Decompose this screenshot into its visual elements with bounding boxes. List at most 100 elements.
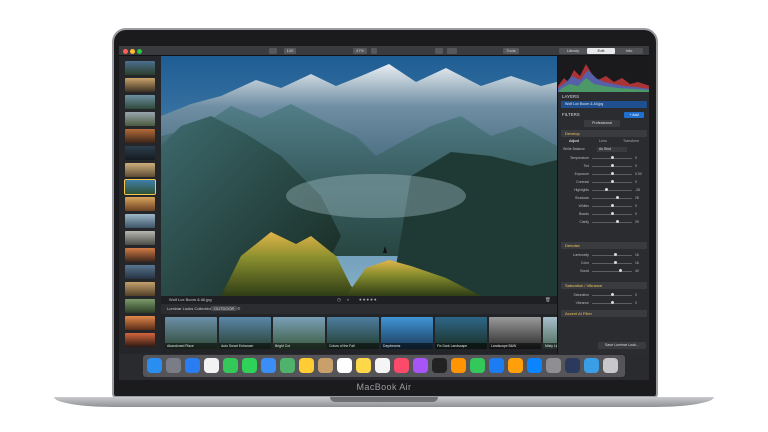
slider-value[interactable]: 0 (635, 292, 637, 298)
tab-edit[interactable]: Edit (587, 48, 615, 54)
podcasts-icon[interactable] (413, 358, 428, 373)
launchpad-icon[interactable] (166, 358, 181, 373)
books-icon[interactable] (451, 358, 466, 373)
slider-value[interactable]: -28 (635, 187, 640, 193)
slider-value[interactable]: 0 (635, 163, 637, 169)
compare-icon[interactable] (447, 48, 457, 54)
tab-info[interactable]: Info (615, 48, 643, 54)
numbers-icon[interactable] (470, 358, 485, 373)
photos-icon[interactable] (204, 358, 219, 373)
filmstrip-thumb[interactable] (125, 163, 155, 177)
compare-icon[interactable]: ◐ (347, 297, 350, 302)
slider-knob[interactable] (616, 220, 620, 224)
tab-transform[interactable]: Transform (623, 139, 639, 143)
slider-value[interactable]: 40 (635, 268, 639, 274)
look-preset[interactable]: Landscape B&W (489, 317, 541, 349)
filmstrip-thumb[interactable] (125, 333, 155, 347)
looks-collection-dropdown[interactable]: OUTDOOR (211, 306, 238, 311)
downloads-icon[interactable] (584, 358, 599, 373)
filmstrip-thumb[interactable] (125, 316, 155, 330)
messages-icon[interactable] (223, 358, 238, 373)
filmstrip-thumb[interactable] (125, 299, 155, 313)
close-icon[interactable] (123, 49, 128, 54)
add-filters-button[interactable]: + Add (624, 112, 644, 118)
look-preset[interactable]: Fix Dark Landscape (435, 317, 487, 349)
filmstrip-thumb[interactable] (125, 248, 155, 262)
slider-knob[interactable] (610, 172, 614, 176)
gear-icon[interactable]: ⚙ (237, 306, 241, 311)
facetime-icon[interactable] (242, 358, 257, 373)
slider-track[interactable] (592, 221, 632, 223)
photos-app-icon[interactable] (299, 358, 314, 373)
tab-library[interactable]: Library (559, 48, 587, 54)
slider-value[interactable]: 16 (635, 260, 639, 266)
eye-icon[interactable] (435, 48, 443, 54)
trash-icon[interactable]: 🗑 (545, 297, 551, 303)
slider-knob[interactable] (618, 269, 622, 273)
filmstrip-thumb[interactable] (125, 197, 155, 211)
calendar-icon[interactable] (337, 358, 352, 373)
slider-knob[interactable] (610, 164, 614, 168)
filmstrip-thumb[interactable] (125, 61, 155, 75)
accent-ai-section-header[interactable]: Accent AI Filter (561, 310, 647, 317)
mail-icon[interactable] (261, 358, 276, 373)
tv-icon[interactable] (432, 358, 447, 373)
filmstrip-thumb[interactable] (125, 129, 155, 143)
maps-icon[interactable] (280, 358, 295, 373)
slider-knob[interactable] (610, 180, 614, 184)
slider-knob[interactable] (604, 188, 608, 192)
finder-icon[interactable] (147, 358, 162, 373)
filmstrip-thumb[interactable] (125, 78, 155, 92)
develop-section-header[interactable]: Develop (561, 130, 647, 137)
look-preset[interactable]: Misty Light (543, 317, 557, 349)
trash-icon[interactable] (603, 358, 618, 373)
layer-row[interactable]: Wolf Lox Boom & All.jpg (561, 101, 647, 108)
filmstrip-thumb[interactable] (125, 231, 155, 245)
minimize-icon[interactable] (130, 49, 135, 54)
white-balance-select[interactable]: As Shot (597, 147, 627, 152)
zoom-window-icon[interactable] (137, 49, 142, 54)
slider-value[interactable]: 0 (635, 179, 637, 185)
slider-value[interactable]: 0.00 (635, 171, 642, 177)
slider-value[interactable]: 16 (635, 252, 639, 258)
slider-knob[interactable] (610, 293, 614, 297)
zoom-field[interactable]: 100 (284, 48, 296, 54)
notes-icon[interactable] (356, 358, 371, 373)
slider-knob[interactable] (610, 301, 614, 305)
luminar-icon[interactable] (565, 358, 580, 373)
slider-value[interactable]: 0 (635, 155, 637, 161)
filmstrip-thumb[interactable] (125, 214, 155, 228)
filmstrip-thumb[interactable] (125, 112, 155, 126)
slider-knob[interactable] (613, 261, 617, 265)
denoise-section-header[interactable]: Denoise (561, 242, 647, 249)
contacts-icon[interactable] (318, 358, 333, 373)
look-preset[interactable]: Auto Smart Enhancer (219, 317, 271, 349)
chevron-down-icon[interactable] (371, 48, 377, 54)
filmstrip-thumb[interactable] (125, 282, 155, 296)
rating-dots[interactable]: ●●●●● (359, 297, 378, 302)
slider-knob[interactable] (610, 156, 614, 160)
music-icon[interactable] (394, 358, 409, 373)
slider-track[interactable] (592, 270, 632, 272)
keynote-icon[interactable] (489, 358, 504, 373)
tab-adjust[interactable]: Adjust (569, 139, 579, 143)
slider-knob[interactable] (616, 196, 620, 200)
look-preset[interactable]: Colors of the Fall (327, 317, 379, 349)
slider-track[interactable] (592, 262, 632, 264)
app-store-icon[interactable] (527, 358, 542, 373)
slider-track[interactable] (592, 197, 632, 199)
slider-knob[interactable] (610, 212, 614, 216)
slider-value[interactable]: 0 (635, 211, 637, 217)
slider-value[interactable]: 0 (635, 203, 637, 209)
system-preferences-icon[interactable] (546, 358, 561, 373)
filmstrip-thumb[interactable] (125, 95, 155, 109)
main-photo[interactable] (161, 56, 557, 296)
pages-icon[interactable] (508, 358, 523, 373)
zoom-percent[interactable]: 47% (353, 48, 367, 54)
slider-track[interactable] (592, 254, 632, 256)
slider-value[interactable]: 0 (635, 300, 637, 306)
saturation-section-header[interactable]: Saturation / Vibrance (561, 282, 647, 289)
slider-knob[interactable] (613, 253, 617, 257)
slider-knob[interactable] (610, 204, 614, 208)
tools-menu[interactable]: Tools (503, 48, 519, 54)
